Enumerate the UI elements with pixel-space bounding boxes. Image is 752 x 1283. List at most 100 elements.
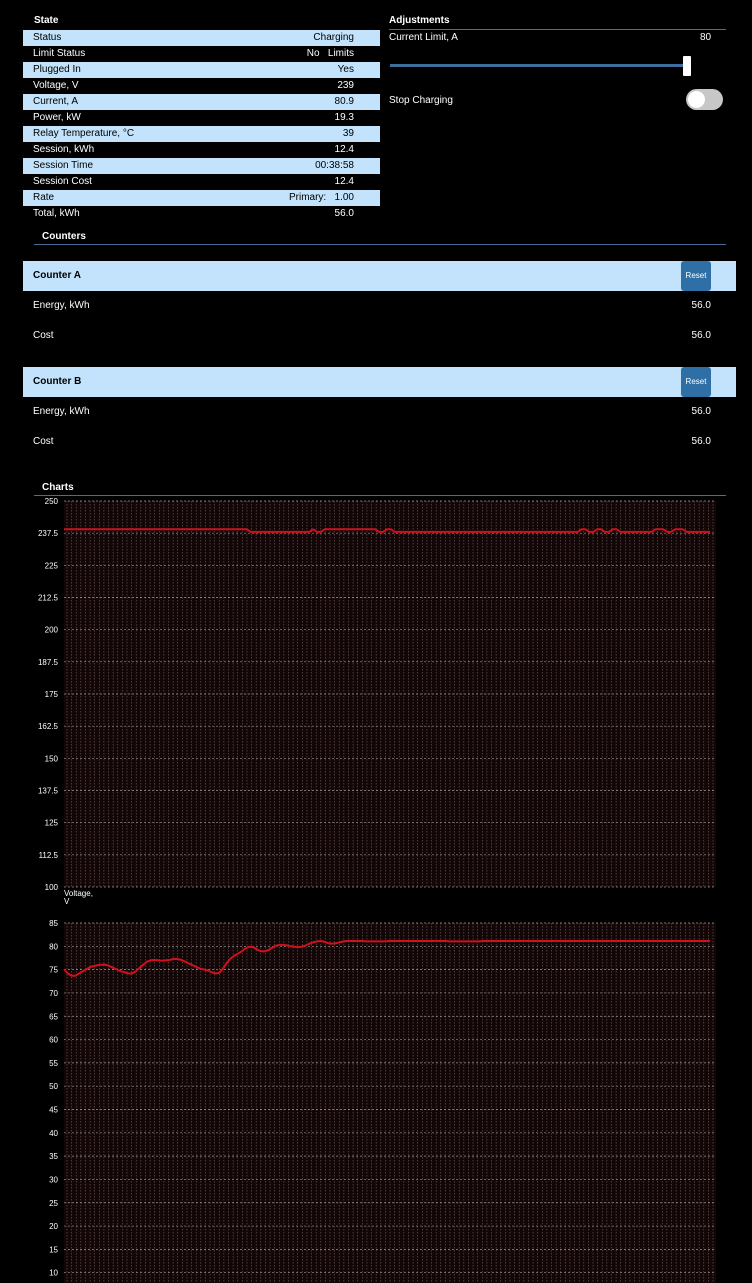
adjustments-section-title: Adjustments [389,15,450,26]
y-tick-label: 200 [45,626,59,635]
counter-energy-row: Energy, kWh 56.0 [23,298,736,314]
y-tick-label: 187.5 [38,658,59,667]
reset-button[interactable]: Reset [681,367,711,397]
y-tick-label: 40 [49,1129,58,1138]
state-row: Total, kWh 56.0 [23,206,380,222]
state-row-value: 00:38:58 [315,160,354,171]
state-row: Rate Primary: 1.00 [23,190,380,206]
state-row-value: 239 [337,80,354,91]
counter-name: Counter A [33,270,81,281]
counter-energy-label: Energy, kWh [33,406,90,417]
state-row-label: Session Cost [33,176,92,187]
y-tick-label: 65 [49,1012,58,1021]
state-row: Session, kWh 12.4 [23,142,380,158]
state-row: Power, kW 19.3 [23,110,380,126]
counter-cost-label: Cost [33,436,54,447]
state-row-label: Relay Temperature, °C [33,128,135,139]
y-tick-label: 30 [49,1175,58,1184]
y-tick-label: 175 [45,690,59,699]
counter-header: Counter B Reset [23,367,736,397]
state-row-label: Limit Status [33,48,86,59]
state-row-label: Total, kWh [33,208,80,219]
state-row-value: Charging [313,32,354,43]
y-tick-label: 55 [49,1059,58,1068]
y-tick-label: 45 [49,1106,58,1115]
y-tick-label: 100 [45,883,59,892]
y-tick-label: 212.5 [38,594,59,603]
state-row: Session Time 00:38:58 [23,158,380,174]
y-tick-label: 237.5 [38,529,59,538]
y-tick-label: 50 [49,1082,58,1091]
state-row-label: Session Time [33,160,94,171]
counters-divider [34,244,726,245]
y-tick-label: 70 [49,989,58,998]
state-row-label: Voltage, V [33,80,79,91]
state-row-value: 39 [342,128,354,139]
state-row-value: 12.4 [334,144,354,155]
state-row-value: Primary: 1.00 [288,192,354,203]
counter-header: Counter A Reset [23,261,736,291]
y-tick-label: 225 [45,561,59,570]
chart-1: 250 237.5 225 212.5 200 187.5 175 162.5 150 137.5… [38,497,716,906]
charts-canvas: 250 237.5 225 212.5 200 187.5 175 162.5 150 137.5… [38,497,716,1283]
y-tick-label: 80 [49,942,58,951]
state-row-label: Plugged In [33,64,81,75]
counter-cost-value: 56.0 [691,436,711,447]
y-tick-label: 60 [49,1036,58,1045]
state-row-label: Status [33,32,62,43]
state-row: Status Charging [23,30,380,46]
chart-2: 858075706560555045403530252015105 [49,919,716,1283]
state-row-value: 80.9 [334,96,354,107]
y-tick-label: 15 [49,1245,58,1254]
current-limit-slider-thumb[interactable] [683,56,691,76]
counter-energy-label: Energy, kWh [33,300,90,311]
y-tick-label: 112.5 [39,851,59,860]
y-tick-label: 125 [45,819,59,828]
state-row-label: Power, kW [33,112,81,123]
y-axis-unit: V [64,897,70,906]
y-tick-label: 137.5 [38,787,59,796]
y-tick-label: 10 [49,1269,58,1278]
state-row: Voltage, V 239 [23,78,380,94]
counter-cost-label: Cost [33,330,54,341]
current-limit-label: Current Limit, A [389,32,458,43]
y-tick-label: 25 [49,1199,58,1208]
state-row-label: Rate [33,192,55,203]
y-tick-label: 20 [49,1222,58,1231]
counter-cost-row: Cost 56.0 [23,434,736,450]
y-tick-label: 35 [49,1152,58,1161]
counter-cost-value: 56.0 [691,330,711,341]
adjustments-divider [389,29,726,30]
stop-charging-label: Stop Charging [389,95,453,106]
state-row: Plugged In Yes [23,62,380,78]
counter-energy-value: 56.0 [691,406,711,417]
state-row-label: Session, kWh [33,144,95,155]
state-row-value: 19.3 [334,112,354,123]
stop-charging-toggle[interactable] [686,89,723,110]
charts-section-title: Charts [42,482,74,493]
state-row-value: 56.0 [334,208,354,219]
current-limit-value: 80 [700,32,712,43]
state-row: Session Cost 12.4 [23,174,380,190]
state-row-value: No Limits [306,48,354,59]
y-tick-label: 150 [45,754,59,763]
counter-energy-value: 56.0 [691,300,711,311]
counters-section-title: Counters [42,231,86,242]
counter-cost-row: Cost 56.0 [23,328,736,344]
toggle-knob [688,91,705,108]
state-section-title: State [34,15,59,26]
current-limit-slider-track[interactable] [390,64,686,67]
state-row-value: 12.4 [334,176,354,187]
y-tick-label: 75 [49,966,58,975]
counter-energy-row: Energy, kWh 56.0 [23,404,736,420]
state-row-value: Yes [337,64,354,75]
counter-name: Counter B [33,376,82,387]
y-tick-label: 162.5 [38,722,59,731]
state-row: Relay Temperature, °C 39 [23,126,380,142]
state-row: Current, A 80.9 [23,94,380,110]
state-row-label: Current, A [33,96,79,107]
y-tick-label: 250 [45,497,59,506]
y-tick-label: 85 [49,919,58,928]
state-row: Limit Status No Limits [23,46,380,62]
reset-button[interactable]: Reset [681,261,711,291]
